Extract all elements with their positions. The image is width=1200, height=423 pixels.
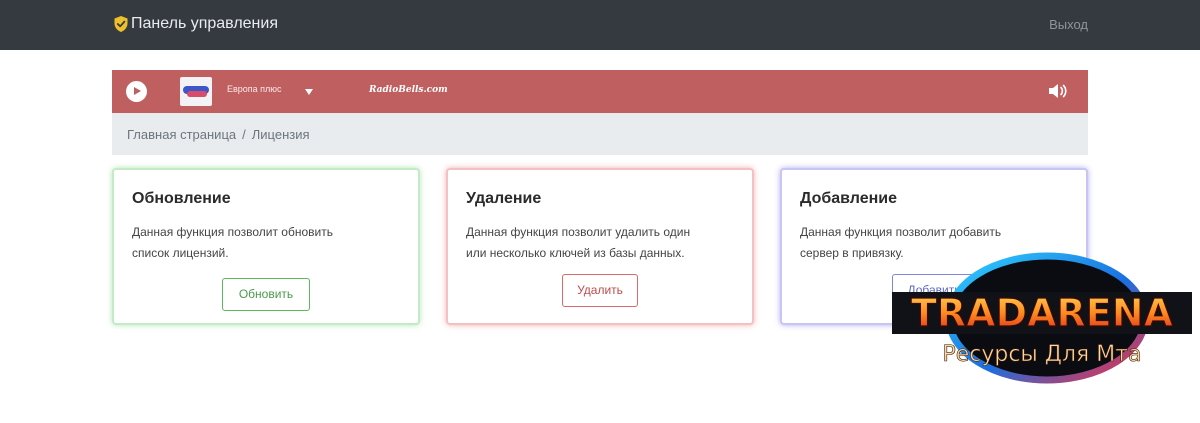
watermark-title: TRADARENA	[911, 291, 1174, 335]
card-description-line: Данная функция позволит обновить	[132, 225, 333, 239]
breadcrumb-current: Лицензия	[251, 126, 310, 142]
delete-button[interactable]: Удалить	[562, 274, 638, 307]
card-description: Данная функция позволит обновить список …	[132, 222, 400, 264]
logout-link[interactable]: Выход	[1049, 17, 1088, 32]
update-button[interactable]: Обновить	[222, 278, 310, 311]
card-title: Обновление	[132, 190, 231, 207]
card-description-line: список лицензий.	[132, 246, 229, 260]
card-title: Удаление	[466, 190, 542, 207]
top-navbar: Панель управления Выход	[0, 0, 1200, 50]
brand[interactable]: Панель управления	[113, 14, 278, 34]
breadcrumb-separator: /	[242, 126, 246, 142]
breadcrumb-home[interactable]: Главная страница	[127, 127, 236, 142]
radio-player: Европа плюс RadioBells.com	[112, 70, 1088, 113]
delete-card: Удаление Данная функция позволит удалить…	[446, 168, 754, 325]
shield-check-icon	[114, 16, 128, 32]
play-icon[interactable]	[126, 81, 147, 102]
caret-down-icon[interactable]	[305, 89, 313, 95]
card-title: Добавление	[800, 190, 898, 207]
watermark-logo: TRADARENA Ресурсы Для Мта	[892, 252, 1192, 384]
watermark-subtitle: Ресурсы Для Мта	[942, 342, 1141, 367]
card-description-line: Данная функция позволит удалить один	[466, 225, 691, 239]
volume-icon[interactable]	[1047, 82, 1069, 100]
station-logo	[180, 77, 212, 106]
card-description-line: или несколько ключей из базы данных.	[466, 246, 685, 260]
card-description-line: Данная функция позволит добавить	[800, 225, 1002, 239]
card-description: Данная функция позволит удалить один или…	[466, 222, 734, 264]
station-name[interactable]: Европа плюс	[227, 84, 282, 94]
site-label[interactable]: RadioBells.com	[369, 85, 448, 95]
brand-title: Панель управления	[131, 15, 278, 32]
breadcrumb: Главная страница / Лицензия	[112, 113, 1088, 155]
update-card: Обновление Данная функция позволит обнов…	[112, 168, 420, 325]
